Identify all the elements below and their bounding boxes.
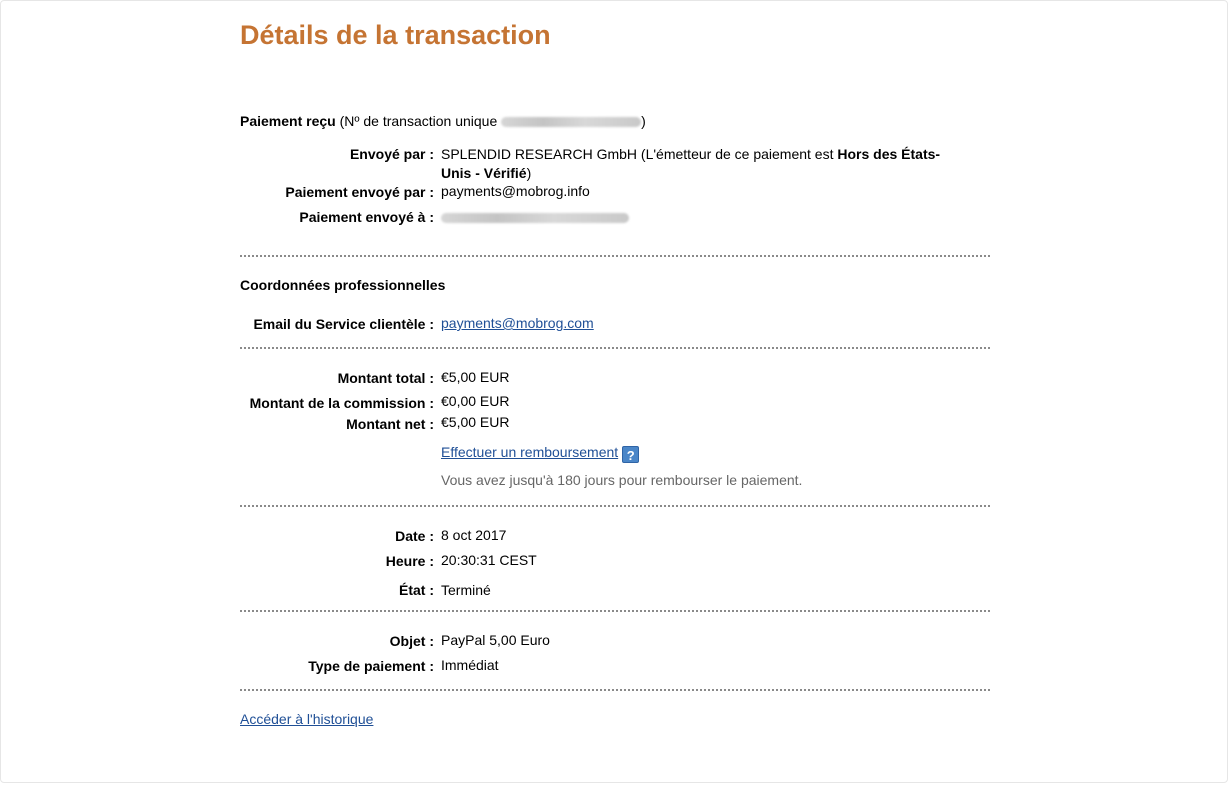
status-value: Terminé (441, 582, 491, 598)
sender-status-1: Hors des États- (837, 146, 941, 162)
time-label: Heure : (385, 553, 434, 569)
time-value: 20:30:31 CEST (441, 552, 537, 568)
sent-to-value (441, 208, 629, 227)
history-link-row: Accéder à l'historique (240, 710, 373, 729)
payment-type-label: Type de paiement : (308, 658, 434, 674)
sender-status-close: ) (526, 165, 532, 181)
date-label: Date : (395, 528, 434, 544)
sent-to-label: Paiement envoyé à : (299, 209, 434, 225)
customer-service-email-link[interactable]: payments@mobrog.com (441, 315, 594, 331)
page-title: Détails de la transaction (240, 20, 551, 50)
payment-received-heading: Paiement reçu (Nº de transaction unique … (240, 112, 646, 131)
payment-received-label: Paiement reçu (240, 113, 336, 129)
object-value: PayPal 5,00 Euro (441, 632, 550, 648)
sender-label: Envoyé par : (349, 146, 434, 162)
refund-note: Vous avez jusqu'à 180 jours pour rembour… (441, 472, 803, 488)
help-icon[interactable]: ? (622, 446, 640, 463)
fee-amount-label: Montant de la commission : (249, 395, 434, 411)
sent-to-redacted (441, 213, 629, 224)
net-amount-label: Montant net : (346, 416, 434, 432)
total-amount-label: Montant total : (337, 370, 434, 386)
customer-service-email-value: payments@mobrog.com (441, 314, 594, 333)
fee-amount-value: €0,00 EUR (441, 393, 510, 409)
sender-status-2: Unis - Vérifié (441, 165, 527, 181)
sender-value: SPLENDID RESEARCH GmbH (L'émetteur de ce… (441, 145, 981, 183)
sent-by-label: Paiement envoyé par : (285, 184, 434, 200)
transaction-id-suffix: ) (641, 113, 646, 129)
transaction-id-redacted (501, 117, 642, 128)
payment-type-value: Immédiat (441, 657, 499, 673)
separator (240, 610, 990, 612)
refund-row: Effectuer un remboursement? (441, 443, 640, 463)
status-label: État : (399, 582, 434, 598)
date-value: 8 oct 2017 (441, 527, 507, 543)
business-section-title: Coordonnées professionnelles (240, 277, 446, 293)
history-link[interactable]: Accéder à l'historique (240, 711, 373, 727)
refund-link[interactable]: Effectuer un remboursement (441, 444, 618, 460)
sent-by-value: payments@mobrog.info (441, 183, 590, 199)
separator (240, 689, 990, 691)
separator (240, 347, 990, 349)
separator (240, 505, 990, 507)
net-amount-value: €5,00 EUR (441, 414, 510, 430)
object-label: Objet : (389, 633, 434, 649)
customer-service-email-label: Email du Service clientèle : (253, 316, 434, 332)
transaction-id-prefix: (Nº de transaction unique (335, 113, 502, 129)
sender-name: SPLENDID RESEARCH GmbH (L'émetteur de ce… (441, 146, 838, 162)
total-amount-value: €5,00 EUR (441, 369, 510, 385)
separator (240, 255, 990, 257)
